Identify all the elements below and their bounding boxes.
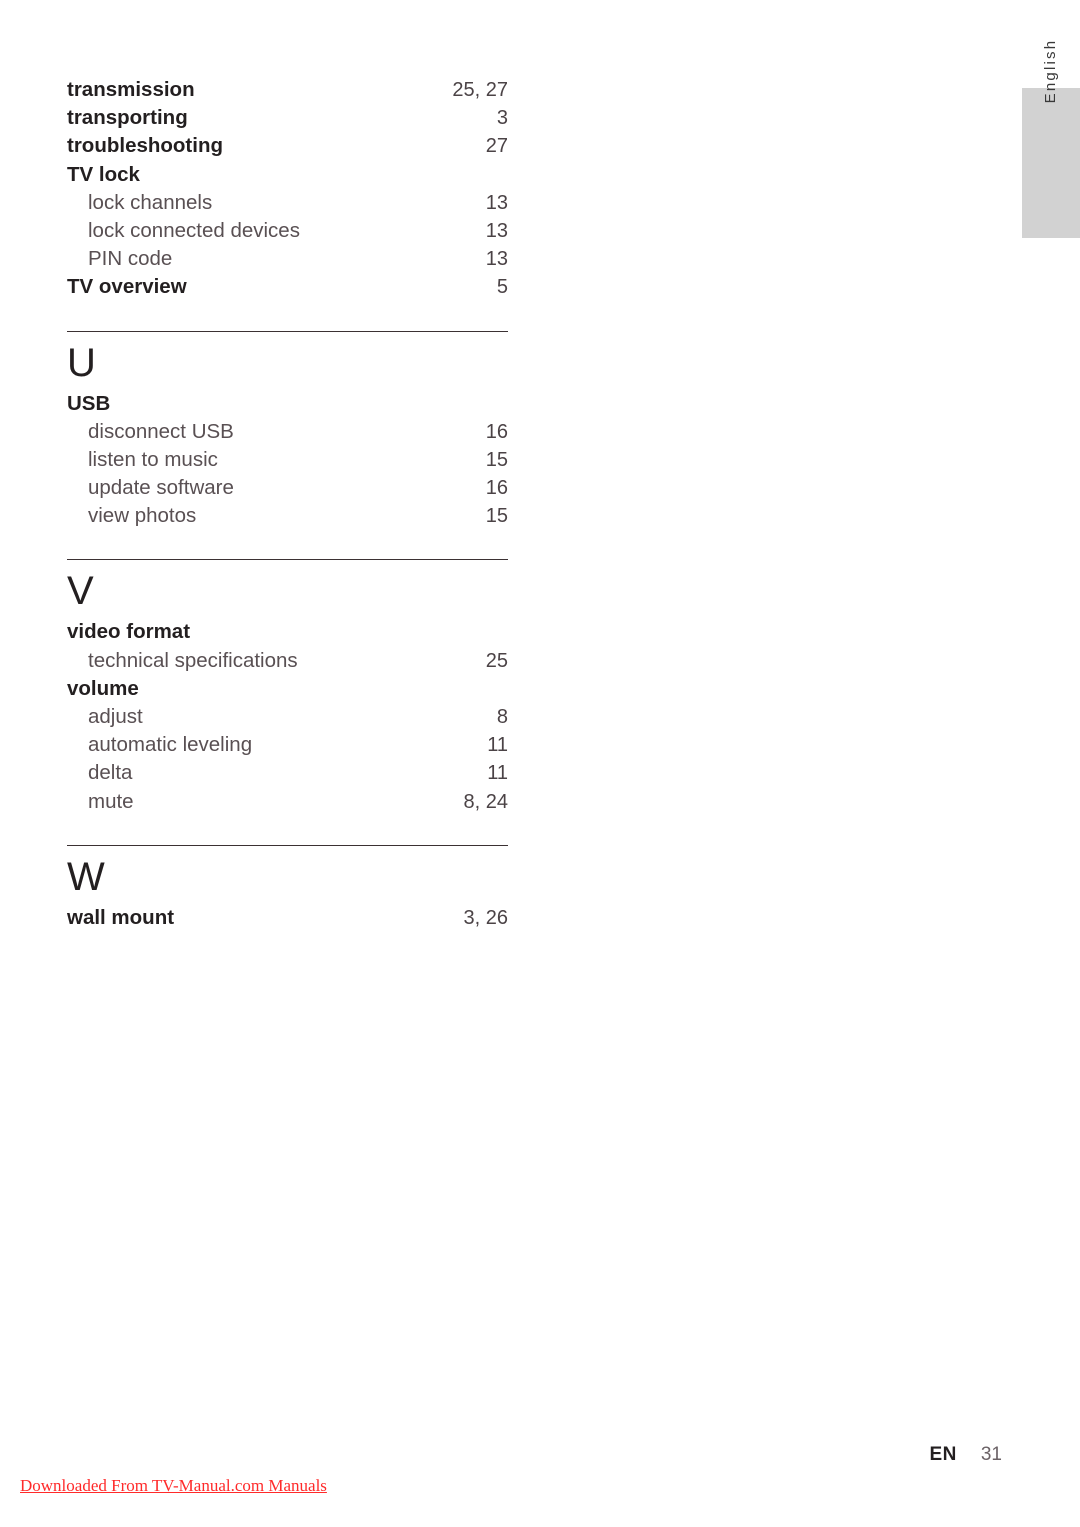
index-entry-page: 16 (485, 420, 508, 443)
footer-language-code: EN (929, 1444, 957, 1465)
index-entry-term: USB (67, 391, 111, 415)
index-entry-page: 27 (485, 135, 508, 158)
index-entry-page: 3 (496, 107, 508, 130)
index-entry-term: video format (67, 620, 191, 644)
language-tab-label: English (1042, 38, 1059, 104)
index-entry-page: 13 (485, 248, 508, 271)
index-entry: update software 16 (67, 476, 508, 504)
index-entry-page: 5 (496, 276, 508, 299)
index-entry-term: transmission (67, 78, 195, 101)
index-entry-term: lock connected devices (88, 218, 300, 242)
index-letter-group: Wwall mount 3, 26 (67, 844, 508, 934)
index-entry-page: 13 (485, 219, 508, 242)
index-entry: listen to music 15 (67, 448, 508, 476)
footer-page-number: 31 (980, 1444, 1002, 1465)
index-entry: TV lock (67, 163, 508, 191)
page-footer: EN 31 (929, 1444, 1002, 1466)
index-entry-page: 11 (487, 734, 508, 757)
index-entry-term: update software (88, 476, 234, 500)
index-letter-heading: U (67, 340, 96, 385)
index-entry-term: transporting (67, 106, 188, 130)
index-entry: troubleshooting 27 (67, 134, 508, 162)
index-entry-term: delta (88, 761, 133, 785)
index-entry: PIN code 13 (67, 247, 508, 275)
index-letter-group: U USB disconnect USB 16 listen to music 15 upd… (67, 330, 508, 533)
index-entry-page: 25, 27 (452, 79, 508, 101)
index-entry-page: 8 (496, 706, 508, 728)
index-entry-term: lock channels (88, 190, 213, 214)
index-entry: volume (67, 677, 508, 705)
download-source-link[interactable]: Downloaded From TV-Manual.com Manuals (20, 1476, 327, 1496)
index-entry-page: 13 (485, 191, 508, 214)
index-entry-term: listen to music (88, 447, 218, 471)
index-letter-heading: V (67, 569, 94, 614)
index-entry: lock channels 13 (67, 191, 508, 219)
index-entry-page: 11 (487, 762, 508, 785)
index-entry-term: adjust (88, 705, 143, 728)
index-entry: video format (67, 620, 508, 648)
index-entry: USB (67, 392, 508, 420)
index-entry-term: disconnect USB (88, 419, 234, 443)
index-entry: adjust 8 (67, 705, 508, 733)
index-entry-page: 15 (485, 448, 508, 471)
index-entry-term: TV overview (67, 275, 187, 299)
language-tab: English (1022, 39, 1080, 238)
index-entry-term: view photos (88, 504, 197, 528)
index-entry: view photos 15 (67, 504, 508, 532)
index-entry-page: 15 (485, 505, 508, 528)
index-entry-term: TV lock (67, 162, 140, 186)
index-entry: technical specifications 25 (67, 649, 508, 677)
index-entry-term: wall mount (67, 905, 175, 929)
index-entry: transporting 3 (67, 106, 508, 134)
index-entry: automatic leveling 11 (67, 733, 508, 761)
index-entry: delta 11 (67, 761, 508, 789)
index-entry: disconnect USB 16 (67, 420, 508, 448)
index-entry: mute 8, 24 (67, 790, 508, 818)
index-entry-term: automatic leveling (88, 733, 253, 757)
index-entry: lock connected devices 13 (67, 219, 508, 247)
index-entry-term: mute (88, 789, 134, 813)
index-entry-term: technical specifications (88, 648, 298, 672)
index-entry-term: volume (67, 676, 139, 700)
index-entry: transmission 25, 27 (67, 78, 508, 106)
index-letter-group: Vvideo format technical specifications 25 v… (67, 559, 508, 817)
index-entry: TV overview 5 (67, 275, 508, 303)
index-column: transmission 25, 27 transporting 3 troublesh… (67, 78, 508, 934)
index-entry-page: 3, 26 (463, 906, 508, 929)
index-entry-list-top: transmission 25, 27 transporting 3 troublesh… (67, 78, 508, 304)
index-letter-groups: U USB disconnect USB 16 listen to music 15 upd… (67, 330, 508, 934)
index-entry-page: 25 (485, 649, 508, 672)
index-entry-page: 8, 24 (463, 790, 508, 813)
index-entry-page: 16 (485, 477, 508, 500)
index-entry-term: PIN code (88, 247, 173, 271)
index-letter-heading: W (67, 854, 105, 899)
index-entry: wall mount 3, 26 (67, 906, 508, 934)
index-entry-term: troubleshooting (67, 134, 224, 158)
